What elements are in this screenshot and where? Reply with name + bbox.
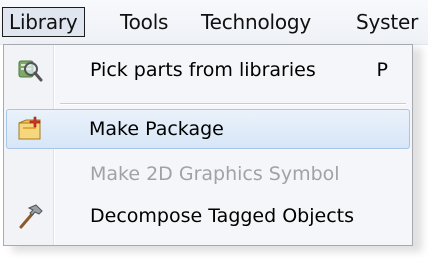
menu-separator	[60, 103, 406, 105]
menu-item-make-2d-graphics-symbol[interactable]: Make 2D Graphics Symbol	[6, 154, 410, 194]
menu-item-pick-parts[interactable]: Pick parts from libraries P	[6, 50, 410, 90]
menu-item-make-package[interactable]: Make Package	[6, 109, 410, 149]
menu-system[interactable]: Syster	[356, 8, 418, 36]
library-search-icon	[16, 56, 44, 84]
new-package-icon	[16, 115, 44, 143]
hammer-icon	[16, 202, 44, 230]
make-2d-graphics-symbol-label: Make 2D Graphics Symbol	[90, 163, 340, 185]
decompose-tagged-objects-label: Decompose Tagged Objects	[90, 205, 355, 227]
pick-parts-shortcut: P	[376, 59, 388, 81]
menu-bar: Library Tools Technology Syster	[0, 0, 428, 45]
menu-library[interactable]: Library	[2, 7, 85, 37]
library-dropdown-menu: Pick parts from libraries P Make Package…	[3, 44, 413, 246]
menu-tools[interactable]: Tools	[120, 8, 168, 36]
menu-item-decompose-tagged-objects[interactable]: Decompose Tagged Objects	[6, 196, 410, 236]
menu-technology[interactable]: Technology	[201, 8, 311, 36]
pick-parts-label: Pick parts from libraries	[90, 59, 316, 81]
app-window: Library Tools Technology Syster Pick par…	[0, 0, 428, 258]
make-package-label: Make Package	[89, 118, 224, 140]
